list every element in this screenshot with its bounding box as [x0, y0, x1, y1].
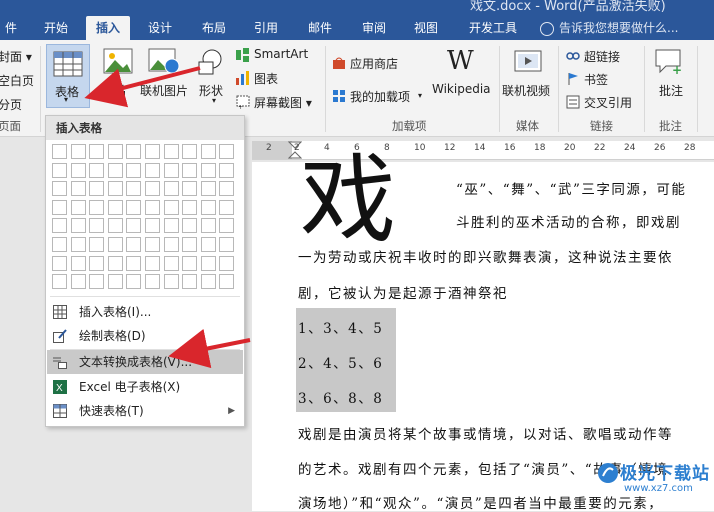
watermark-logo: 极光下载站 www.xz7.com: [594, 457, 712, 509]
watermark-url: www.xz7.com: [624, 483, 693, 494]
annotation-arrows: [84, 66, 251, 369]
watermark-icon: [598, 463, 618, 483]
red-arrow-to-convert-item: [168, 328, 251, 369]
red-arrow-to-table-button: [84, 66, 201, 108]
watermark-title: 极光下载站: [620, 464, 710, 484]
